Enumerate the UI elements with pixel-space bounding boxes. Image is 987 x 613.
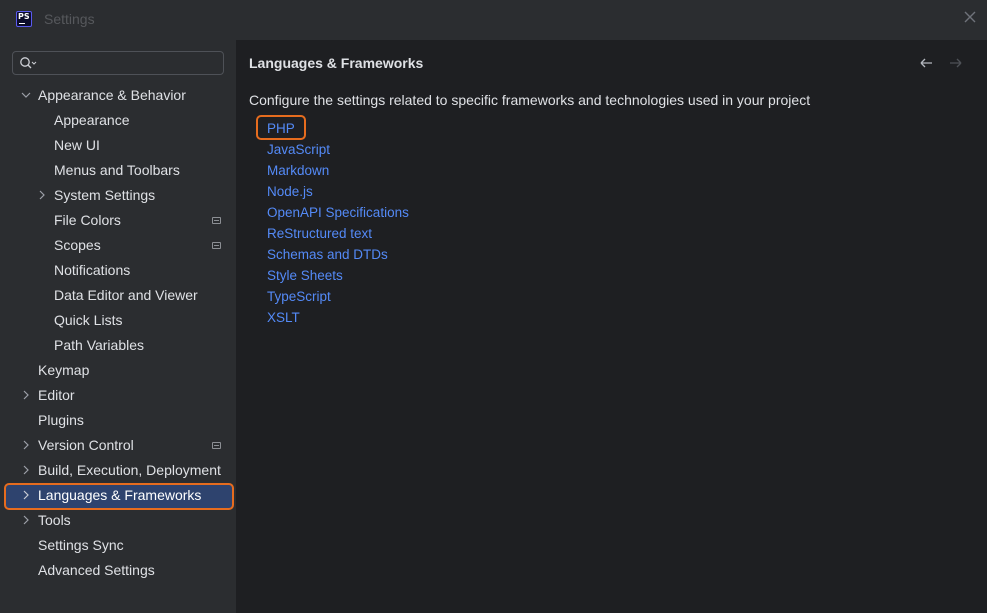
- tree-item-new-ui[interactable]: New UI: [54, 133, 100, 158]
- tree-item-appearance[interactable]: Appearance: [54, 108, 130, 133]
- tree-item-version-control[interactable]: Version Control: [0, 433, 236, 458]
- phpstorm-app-icon: PS: [16, 11, 32, 27]
- tree-item-plugins[interactable]: Plugins: [38, 408, 84, 433]
- tree-item-label: Menus and Toolbars: [54, 162, 180, 178]
- chevron-right-icon[interactable]: [21, 490, 31, 500]
- project-scope-icon: [212, 242, 221, 249]
- tree-item-notifications[interactable]: Notifications: [54, 258, 130, 283]
- link-nodejs[interactable]: Node.js: [267, 181, 313, 202]
- tree-item-label: Appearance: [54, 112, 130, 128]
- tree-item-editor[interactable]: Editor: [23, 383, 75, 408]
- tree-item-label: Languages & Frameworks: [38, 487, 202, 503]
- tree-item-label: Plugins: [38, 412, 84, 428]
- link-xslt[interactable]: XSLT: [267, 307, 300, 328]
- chevron-right-icon[interactable]: [21, 465, 31, 475]
- back-arrow-icon[interactable]: [920, 58, 932, 68]
- tree-item-label: Scopes: [54, 237, 101, 253]
- tree-item-label: Version Control: [38, 437, 134, 453]
- tree-item-appearance-behavior[interactable]: Appearance & Behavior: [21, 83, 186, 108]
- tree-item-label: New UI: [54, 137, 100, 153]
- tree-item-quick-lists[interactable]: Quick Lists: [54, 308, 122, 333]
- chevron-down-icon[interactable]: [21, 90, 31, 100]
- navigation-arrows: [920, 58, 962, 68]
- tree-item-system-settings[interactable]: System Settings: [39, 183, 156, 208]
- page-description: Configure the settings related to specif…: [249, 92, 811, 108]
- link-javascript[interactable]: JavaScript: [267, 139, 330, 160]
- tree-item-label: Editor: [38, 387, 75, 403]
- window-title: Settings: [44, 11, 95, 27]
- chevron-right-icon[interactable]: [21, 515, 31, 525]
- tree-item-label: Data Editor and Viewer: [54, 287, 198, 303]
- link-openapi-specifications[interactable]: OpenAPI Specifications: [267, 202, 409, 223]
- tree-item-label: Notifications: [54, 262, 131, 278]
- tree-item-data-editor-viewer[interactable]: Data Editor and Viewer: [54, 283, 198, 308]
- close-icon[interactable]: [963, 10, 977, 24]
- tree-item-menus-toolbars[interactable]: Menus and Toolbars: [54, 158, 180, 183]
- tree-item-file-colors[interactable]: File Colors: [0, 208, 236, 233]
- title-bar: PS Settings: [0, 0, 987, 40]
- link-schemas-dtds[interactable]: Schemas and DTDs: [267, 244, 388, 265]
- tree-item-advanced-settings[interactable]: Advanced Settings: [38, 558, 155, 583]
- tree-item-label: Settings Sync: [38, 537, 124, 553]
- tree-item-settings-sync[interactable]: Settings Sync: [38, 533, 124, 558]
- link-markdown[interactable]: Markdown: [267, 160, 329, 181]
- tree-item-scopes[interactable]: Scopes: [0, 233, 236, 258]
- project-scope-icon: [212, 442, 221, 449]
- link-php[interactable]: PHP: [267, 118, 295, 139]
- tree-item-label: Appearance & Behavior: [38, 87, 186, 103]
- link-typescript[interactable]: TypeScript: [267, 286, 331, 307]
- forward-arrow-icon[interactable]: [950, 58, 962, 68]
- page-title: Languages & Frameworks: [249, 55, 424, 71]
- tree-item-label: Tools: [38, 512, 71, 528]
- tree-item-build-execution-deployment[interactable]: Build, Execution, Deployment: [23, 458, 221, 483]
- tree-item-keymap[interactable]: Keymap: [38, 358, 89, 383]
- chevron-right-icon[interactable]: [37, 190, 47, 200]
- tree-item-label: Build, Execution, Deployment: [38, 462, 221, 478]
- settings-tree: Appearance & Behavior Appearance New UI …: [0, 40, 236, 613]
- app-icon-label: PS: [18, 12, 30, 21]
- chevron-right-icon[interactable]: [21, 440, 31, 450]
- project-scope-icon: [212, 217, 221, 224]
- tree-item-label: File Colors: [54, 212, 121, 228]
- tree-item-label: Quick Lists: [54, 312, 123, 328]
- chevron-right-icon[interactable]: [21, 390, 31, 400]
- tree-item-tools[interactable]: Tools: [23, 508, 71, 533]
- link-style-sheets[interactable]: Style Sheets: [267, 265, 343, 286]
- tree-item-languages-frameworks[interactable]: Languages & Frameworks: [23, 483, 202, 508]
- tree-item-label: Keymap: [38, 362, 90, 378]
- search-field[interactable]: [12, 51, 224, 75]
- tree-item-label: System Settings: [54, 187, 156, 203]
- settings-content-panel: Languages & Frameworks Configure the set…: [236, 40, 987, 613]
- tree-item-label: Path Variables: [54, 337, 145, 353]
- search-input[interactable]: [41, 55, 216, 71]
- search-icon: [20, 57, 37, 69]
- tree-item-label: Advanced Settings: [38, 562, 155, 578]
- link-restructured-text[interactable]: ReStructured text: [267, 223, 372, 244]
- tree-item-path-variables[interactable]: Path Variables: [54, 333, 144, 358]
